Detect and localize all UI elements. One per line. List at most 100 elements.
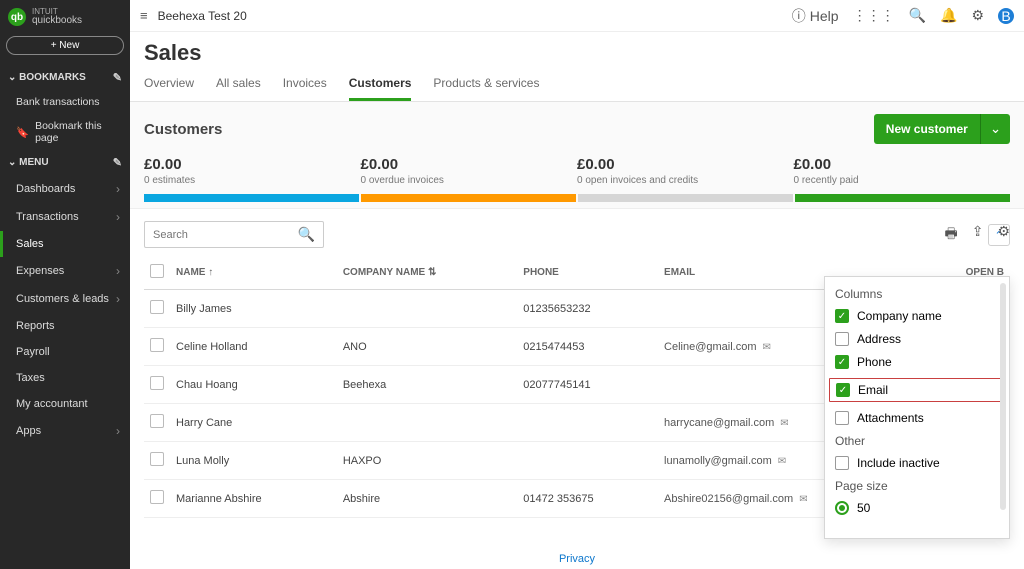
- search-icon[interactable]: 🔍: [298, 226, 315, 243]
- include-inactive-option[interactable]: Include inactive: [835, 456, 999, 470]
- sidebar-toggle-icon[interactable]: ≡: [140, 8, 148, 23]
- stat-paid-amount: £0.00: [794, 156, 1011, 173]
- sidebar-item-dashboards[interactable]: Dashboards›: [0, 175, 130, 203]
- help-icon: ⓘ: [792, 6, 806, 26]
- checkbox-icon: ✓: [835, 355, 849, 369]
- col-company[interactable]: COMPANY NAME ⇅: [337, 256, 517, 290]
- cell-company: ANO: [337, 328, 517, 366]
- pencil-icon[interactable]: ✎: [113, 71, 122, 84]
- new-button[interactable]: + New: [6, 36, 124, 55]
- tab-overview[interactable]: Overview: [144, 76, 194, 101]
- logo: qb INTUIT quickbooks: [0, 0, 130, 32]
- sidebar-item-reports[interactable]: Reports: [0, 313, 130, 339]
- page-size-50[interactable]: 50: [835, 501, 999, 515]
- bookmarks-title: BOOKMARKS: [19, 72, 86, 83]
- page-title: Sales: [130, 32, 1024, 70]
- row-checkbox[interactable]: [150, 414, 164, 428]
- sidebar-item-payroll[interactable]: Payroll: [0, 339, 130, 365]
- brand-text: INTUIT quickbooks: [32, 8, 82, 26]
- bookmark-this-page[interactable]: 🔖Bookmark this page: [0, 114, 130, 150]
- new-customer-button[interactable]: New customer: [874, 114, 980, 144]
- cell-phone: 01235653232: [517, 290, 658, 328]
- stat-paid-label: 0 recently paid: [794, 175, 1011, 186]
- chevron-right-icon: ›: [116, 424, 120, 438]
- sidebar-item-expenses[interactable]: Expenses›: [0, 257, 130, 285]
- sidebar-item-taxes[interactable]: Taxes: [0, 365, 130, 391]
- gear-icon[interactable]: ⚙: [971, 7, 984, 24]
- bookmark-icon: 🔖: [16, 126, 29, 139]
- print-icon[interactable]: 🖶: [944, 223, 957, 247]
- other-heading: Other: [835, 434, 999, 448]
- sidebar-item-apps[interactable]: Apps›: [0, 417, 130, 445]
- menu-header[interactable]: ⌄ MENU ✎: [0, 150, 130, 175]
- company-name: Beehexa Test 20: [158, 9, 792, 23]
- cell-name: Celine Holland: [170, 328, 337, 366]
- cell-phone: [517, 404, 658, 442]
- bookmarks-header[interactable]: ⌄ BOOKMARKS ✎: [0, 65, 130, 90]
- checkbox-icon: [835, 411, 849, 425]
- chevron-right-icon: ›: [116, 292, 120, 306]
- summary-section: Customers New customer ⌄ £0.00 0 estimate…: [130, 102, 1024, 209]
- checkbox-icon: ✓: [836, 383, 850, 397]
- sidebar-item-my-accountant[interactable]: My accountant: [0, 391, 130, 417]
- bar-overdue[interactable]: [361, 194, 576, 202]
- column-option-phone[interactable]: ✓Phone: [835, 355, 999, 369]
- col-phone[interactable]: PHONE: [517, 256, 658, 290]
- avatar[interactable]: B: [998, 8, 1014, 24]
- columns-heading: Columns: [835, 287, 999, 301]
- bar-open[interactable]: [578, 194, 793, 202]
- search-input[interactable]: [153, 229, 298, 241]
- select-all-checkbox[interactable]: [150, 264, 164, 278]
- column-option-email[interactable]: ✓Email: [829, 378, 1005, 402]
- privacy-link[interactable]: Privacy: [559, 553, 595, 565]
- main-area: ≡ Beehexa Test 20 ⓘHelp ⋮⋮⋮ 🔍 🔔 ⚙ B Sale…: [130, 0, 1024, 569]
- stat-estimates-label: 0 estimates: [144, 175, 361, 186]
- stats-row: £0.000 estimates £0.000 overdue invoices…: [144, 156, 1010, 186]
- column-option-attachments[interactable]: Attachments: [835, 411, 999, 425]
- row-checkbox[interactable]: [150, 490, 164, 504]
- tab-products-services[interactable]: Products & services: [433, 76, 539, 101]
- cell-name: Marianne Abshire: [170, 480, 337, 518]
- col-name[interactable]: NAME ↑: [170, 256, 337, 290]
- tab-all-sales[interactable]: All sales: [216, 76, 261, 101]
- column-option-company-name[interactable]: ✓Company name: [835, 309, 999, 323]
- column-option-address[interactable]: Address: [835, 332, 999, 346]
- chevron-right-icon: ›: [116, 264, 120, 278]
- row-checkbox[interactable]: [150, 376, 164, 390]
- radio-icon: [835, 501, 849, 515]
- cell-name: Luna Molly: [170, 442, 337, 480]
- stat-bars: [144, 194, 1010, 202]
- bell-icon[interactable]: 🔔: [940, 7, 957, 24]
- sort-icon: ⇅: [428, 267, 436, 278]
- stat-open-amount: £0.00: [577, 156, 794, 173]
- pencil-icon[interactable]: ✎: [113, 156, 122, 169]
- apps-grid-icon[interactable]: ⋮⋮⋮: [853, 7, 895, 24]
- tab-customers[interactable]: Customers: [349, 76, 412, 101]
- row-checkbox[interactable]: [150, 300, 164, 314]
- sidebar-item-sales[interactable]: Sales: [0, 231, 130, 257]
- email-icon: ✉: [778, 456, 786, 467]
- bar-estimates[interactable]: [144, 194, 359, 202]
- table-settings-icon[interactable]: ⚙: [997, 223, 1010, 247]
- cell-company: Beehexa: [337, 366, 517, 404]
- row-checkbox[interactable]: [150, 452, 164, 466]
- bar-paid[interactable]: [795, 194, 1010, 202]
- checkbox-icon: [835, 456, 849, 470]
- export-icon[interactable]: ⇪: [972, 223, 984, 247]
- search-icon[interactable]: 🔍: [909, 7, 926, 24]
- cell-name: Chau Hoang: [170, 366, 337, 404]
- brand-name: quickbooks: [32, 15, 82, 26]
- sidebar-item-customers-leads[interactable]: Customers & leads›: [0, 285, 130, 313]
- cell-phone: 02077745141: [517, 366, 658, 404]
- row-checkbox[interactable]: [150, 338, 164, 352]
- cell-company: Abshire: [337, 480, 517, 518]
- bookmark-bank-transactions[interactable]: Bank transactions: [0, 90, 130, 114]
- search-box[interactable]: 🔍: [144, 221, 324, 248]
- sidebar-item-transactions[interactable]: Transactions›: [0, 203, 130, 231]
- help-link[interactable]: ⓘHelp: [792, 6, 839, 26]
- tabs: Overview All sales Invoices Customers Pr…: [130, 70, 1024, 102]
- section-title: Customers: [144, 121, 222, 138]
- tab-invoices[interactable]: Invoices: [283, 76, 327, 101]
- stat-estimates-amount: £0.00: [144, 156, 361, 173]
- new-customer-dropdown[interactable]: ⌄: [980, 114, 1010, 144]
